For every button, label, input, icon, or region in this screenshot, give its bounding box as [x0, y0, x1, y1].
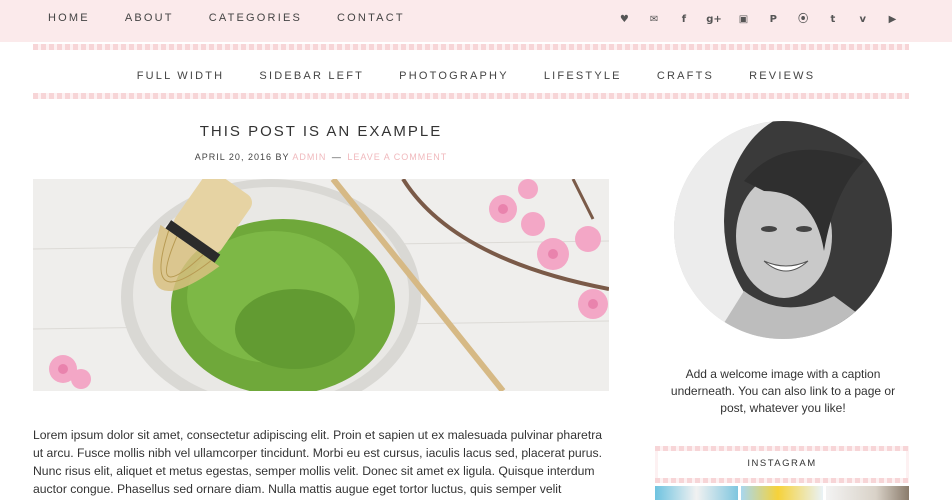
vimeo-icon[interactable]: v	[855, 12, 870, 27]
nav-border-bottom	[33, 93, 909, 99]
instagram-border-bottom	[655, 478, 909, 483]
nav-lifestyle[interactable]: LIFESTYLE	[544, 70, 622, 82]
nav-crafts[interactable]: CRAFTS	[657, 70, 714, 82]
nav-reviews[interactable]: REVIEWS	[749, 70, 815, 82]
youtube-icon[interactable]: ▶	[885, 12, 900, 27]
instagram-border-top	[655, 446, 909, 451]
matcha-illustration	[33, 179, 609, 391]
instagram-thumb[interactable]	[826, 486, 910, 500]
google-plus-icon[interactable]: g+	[706, 12, 722, 27]
post-body: Lorem ipsum dolor sit amet, consectetur …	[33, 428, 603, 496]
nav-border-top	[33, 44, 909, 50]
post-title[interactable]: THIS POST IS AN EXAMPLE	[33, 123, 609, 140]
heart-icon[interactable]: ♥	[617, 12, 632, 27]
post-meta: APRIL 20, 2016 BY ADMIN — LEAVE A COMMEN…	[33, 152, 609, 162]
rss-icon[interactable]: ⦿	[796, 12, 811, 27]
welcome-image[interactable]	[674, 121, 892, 339]
nav-home[interactable]: HOME	[48, 12, 90, 24]
instagram-thumb[interactable]	[740, 486, 824, 500]
welcome-caption: Add a welcome image with a caption under…	[670, 367, 896, 415]
top-nav: HOME ABOUT CATEGORIES CONTACT	[48, 12, 440, 24]
social-icons: ♥ ✉ f g+ ▣ P ⦿ t v ▶	[602, 12, 900, 27]
instagram-thumb[interactable]	[655, 486, 738, 500]
nav-sidebar-left[interactable]: SIDEBAR LEFT	[259, 70, 364, 82]
top-bar: HOME ABOUT CATEGORIES CONTACT ♥ ✉ f g+ ▣…	[0, 0, 952, 42]
post-featured-image[interactable]	[33, 179, 609, 391]
instagram-feed	[655, 486, 910, 500]
leave-comment-link[interactable]: LEAVE A COMMENT	[347, 152, 447, 162]
category-nav: FULL WIDTH SIDEBAR LEFT PHOTOGRAPHY LIFE…	[0, 64, 952, 83]
post-author-link[interactable]: ADMIN	[292, 152, 326, 162]
woman-portrait-illustration	[674, 121, 892, 339]
facebook-icon[interactable]: f	[676, 12, 691, 27]
instagram-icon[interactable]: ▣	[736, 12, 751, 27]
nav-about[interactable]: ABOUT	[125, 12, 174, 24]
email-icon[interactable]: ✉	[647, 12, 662, 27]
post-by: BY	[275, 152, 290, 162]
instagram-title: INSTAGRAM	[747, 458, 817, 469]
nav-photography[interactable]: PHOTOGRAPHY	[399, 70, 509, 82]
twitter-icon[interactable]: t	[825, 12, 840, 27]
post-date: APRIL 20, 2016	[194, 152, 272, 162]
nav-contact[interactable]: CONTACT	[337, 12, 405, 24]
nav-categories[interactable]: CATEGORIES	[209, 12, 302, 24]
post-meta-separator: —	[331, 152, 342, 162]
nav-full-width[interactable]: FULL WIDTH	[137, 70, 225, 82]
pinterest-icon[interactable]: P	[766, 12, 781, 27]
